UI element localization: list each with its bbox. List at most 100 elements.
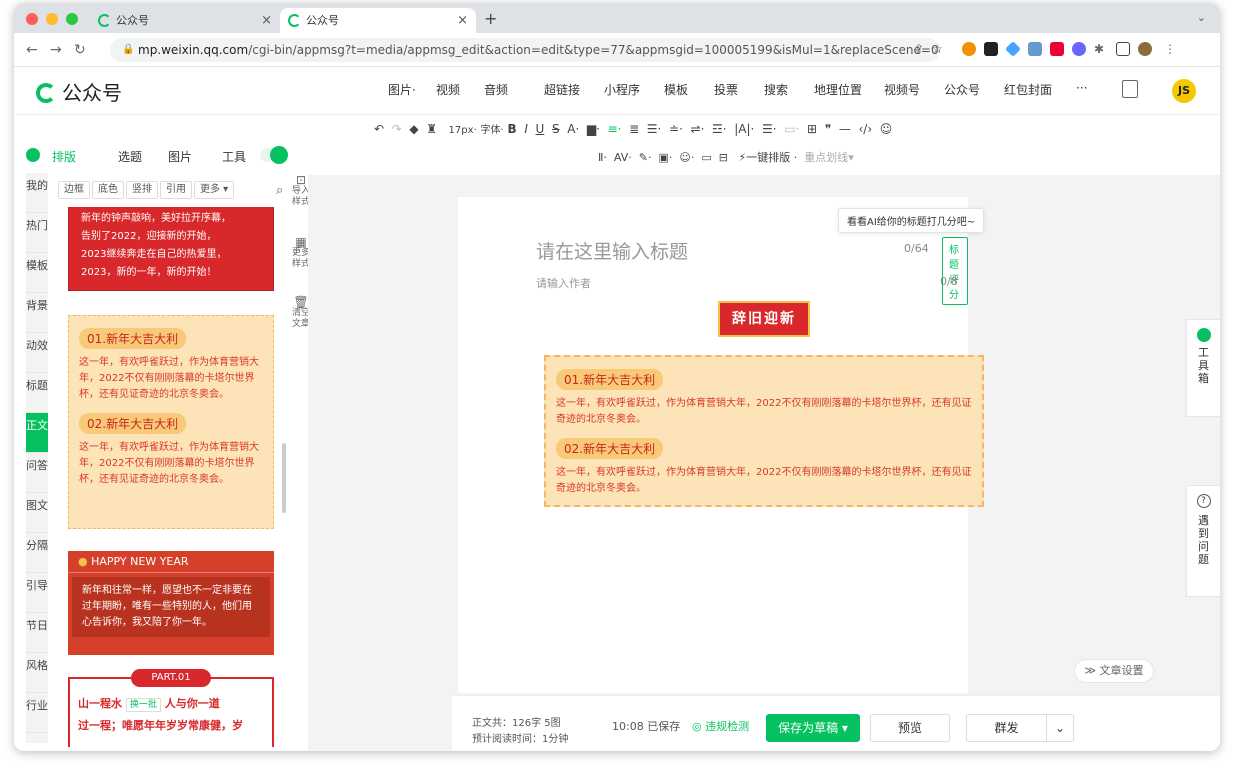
line-height-icon[interactable]: ⇌· xyxy=(691,122,705,136)
extension-icon[interactable] xyxy=(1028,42,1042,56)
vtab-body[interactable]: 正文 xyxy=(26,413,48,453)
menu-vote[interactable]: 投票 xyxy=(714,81,738,98)
style-list-scrollbar[interactable] xyxy=(282,443,286,513)
vtab-guide[interactable]: 引导 xyxy=(26,573,48,613)
magic-icon[interactable]: ✎· xyxy=(639,151,652,164)
ordered-list-icon[interactable]: ▭· xyxy=(784,122,799,136)
chevron-down-icon[interactable]: ▾ xyxy=(842,721,848,735)
menu-more[interactable]: ··· xyxy=(1076,81,1087,95)
emoji-icon[interactable]: ☺ xyxy=(880,122,893,136)
highlight-line-button[interactable]: 重点划线 xyxy=(804,151,848,164)
toolbox-panel[interactable]: 工具箱 xyxy=(1186,319,1220,417)
browser-menu-icon[interactable]: ⋮ xyxy=(1164,42,1176,56)
list-icon[interactable]: ☰· xyxy=(762,122,777,136)
code-icon[interactable]: ‹/› xyxy=(858,122,872,136)
preview-button[interactable]: 预览 xyxy=(870,714,950,742)
filter-more[interactable]: 更多 ▾ xyxy=(194,181,235,199)
extension-icon[interactable] xyxy=(1050,42,1064,56)
extension-icon[interactable] xyxy=(1005,41,1021,57)
paragraph-spacing-icon[interactable]: ☲· xyxy=(712,122,727,136)
menu-audio[interactable]: 音频 xyxy=(484,81,508,98)
menu-miniprogram[interactable]: 小程序 xyxy=(604,81,640,98)
swap-batch-button[interactable]: 换一批 xyxy=(125,698,161,712)
profile-icon[interactable] xyxy=(1138,42,1152,56)
undo-icon[interactable]: ↶ xyxy=(374,122,384,136)
violation-check-button[interactable]: ◎ 违规检测 xyxy=(692,718,749,734)
url-bar[interactable]: 🔒 mp.weixin.qq.com/cgi-bin/appmsg?t=medi… xyxy=(110,38,940,62)
help-panel[interactable]: ? 遇到问题 xyxy=(1186,485,1220,597)
vtab-festival[interactable]: 节日 xyxy=(26,613,48,653)
browser-tab-1[interactable]: 公众号 × xyxy=(90,8,280,33)
sticker-icon[interactable]: ☺· xyxy=(679,151,694,164)
back-button[interactable]: ← xyxy=(26,42,38,58)
bold-icon[interactable]: B xyxy=(508,122,517,136)
vtab-title[interactable]: 标题 xyxy=(26,373,48,413)
search-icon[interactable]: ⌕ xyxy=(276,183,283,198)
puzzle-extensions-icon[interactable]: ✱ xyxy=(1094,42,1104,56)
extension-icon[interactable] xyxy=(1072,42,1086,56)
plugin-tab-tools[interactable]: 工具 xyxy=(222,148,246,165)
menu-location[interactable]: 地理位置 xyxy=(814,81,862,98)
one-key-layout-button[interactable]: ⚡一键排版 · xyxy=(738,151,797,164)
bookmark-star-icon[interactable]: ☆ xyxy=(932,42,943,56)
underline-icon[interactable]: U xyxy=(536,122,545,136)
content-block[interactable]: 01.新年大吉大利 这一年，有欢呼雀跃过，作为体育营销大年，2022不仅有刚刚落… xyxy=(544,355,984,507)
align-center-icon[interactable]: ≣ xyxy=(629,122,639,136)
menu-template[interactable]: 模板 xyxy=(664,81,688,98)
menu-image[interactable]: 图片· xyxy=(388,81,416,98)
reload-button[interactable]: ↻ xyxy=(74,42,86,58)
plugin-tab-images[interactable]: 图片 xyxy=(168,148,192,165)
quote-icon[interactable]: ❞ xyxy=(825,122,831,136)
sidepanel-icon[interactable] xyxy=(1116,42,1130,56)
title-input[interactable]: 请在这里输入标题 xyxy=(536,237,688,264)
save-draft-button[interactable]: 保存为草稿 ▾ xyxy=(766,714,860,742)
minimize-window-button[interactable] xyxy=(46,13,58,25)
format-painter-icon[interactable]: ♜ xyxy=(426,122,437,136)
close-tab-icon[interactable]: × xyxy=(457,8,468,33)
indent-icon[interactable]: ≐· xyxy=(669,122,683,136)
style-card-orange[interactable]: 01.新年大吉大利 这一年，有欢呼雀跃过，作为体育营销大年，2022不仅有刚刚落… xyxy=(68,315,274,529)
vtab-qa[interactable]: 问答 xyxy=(26,453,48,493)
background-color-icon[interactable]: ▆· xyxy=(587,122,600,136)
mass-send-button[interactable]: 群发 xyxy=(966,714,1046,742)
close-window-button[interactable] xyxy=(26,13,38,25)
extension-icon[interactable] xyxy=(962,42,976,56)
article-settings-button[interactable]: ≫ 文章设置 xyxy=(1074,659,1154,683)
menu-video[interactable]: 视频 xyxy=(436,81,460,98)
mass-send-chevron-icon[interactable]: ⌄ xyxy=(1046,714,1074,742)
menu-channels[interactable]: 视频号 xyxy=(884,81,920,98)
vtab-template[interactable]: 模板 xyxy=(26,253,48,293)
plugin-tab-topics[interactable]: 选题 xyxy=(118,148,142,165)
app-logo[interactable]: 公众号 xyxy=(36,77,122,106)
filter-quote[interactable]: 引用 xyxy=(160,181,192,199)
kerning-icon[interactable]: AV· xyxy=(614,151,632,164)
align-right-icon[interactable]: ☰· xyxy=(647,122,662,136)
browser-tab-2[interactable]: 公众号 × xyxy=(280,8,476,33)
menu-hyperlink[interactable]: 超链接 xyxy=(544,81,580,98)
style-card-red[interactable]: 新年的钟声敲响，美好拉开序幕， 告别了2022，迎接新的开始， 2023继续奔走… xyxy=(68,207,274,291)
close-tab-icon[interactable]: × xyxy=(261,8,272,33)
filter-border[interactable]: 边框 xyxy=(58,181,90,199)
vtab-image-text[interactable]: 图文 xyxy=(26,493,48,533)
divider-icon[interactable]: — xyxy=(839,122,851,136)
new-tab-button[interactable]: + xyxy=(484,9,497,28)
layout-icon[interactable]: ⊟ xyxy=(719,151,728,164)
filter-background[interactable]: 底色 xyxy=(92,181,124,199)
menu-red-packet-cover[interactable]: 红包封面 xyxy=(1004,81,1052,98)
redo-icon[interactable]: ↷ xyxy=(392,122,402,136)
subscript-icon[interactable]: Ⅱ· xyxy=(598,151,607,164)
vtab-mine[interactable]: 我的 xyxy=(26,173,48,213)
maximize-window-button[interactable] xyxy=(66,13,78,25)
font-size-select[interactable]: 17px xyxy=(449,125,474,136)
filter-vertical[interactable]: 竖排 xyxy=(126,181,158,199)
author-input[interactable]: 请输入作者 xyxy=(536,275,591,291)
plugin-toggle[interactable] xyxy=(260,146,288,164)
vtab-background[interactable]: 背景 xyxy=(26,293,48,333)
vtab-animation[interactable]: 动效 xyxy=(26,333,48,373)
italic-icon[interactable]: I xyxy=(524,122,528,136)
menu-search[interactable]: 搜索 xyxy=(764,81,788,98)
vtab-hot[interactable]: 热门 xyxy=(26,213,48,253)
letter-spacing-icon[interactable]: |A|· xyxy=(734,122,754,136)
forward-button[interactable]: → xyxy=(50,42,62,58)
share-icon[interactable]: ⇪ xyxy=(914,42,924,56)
